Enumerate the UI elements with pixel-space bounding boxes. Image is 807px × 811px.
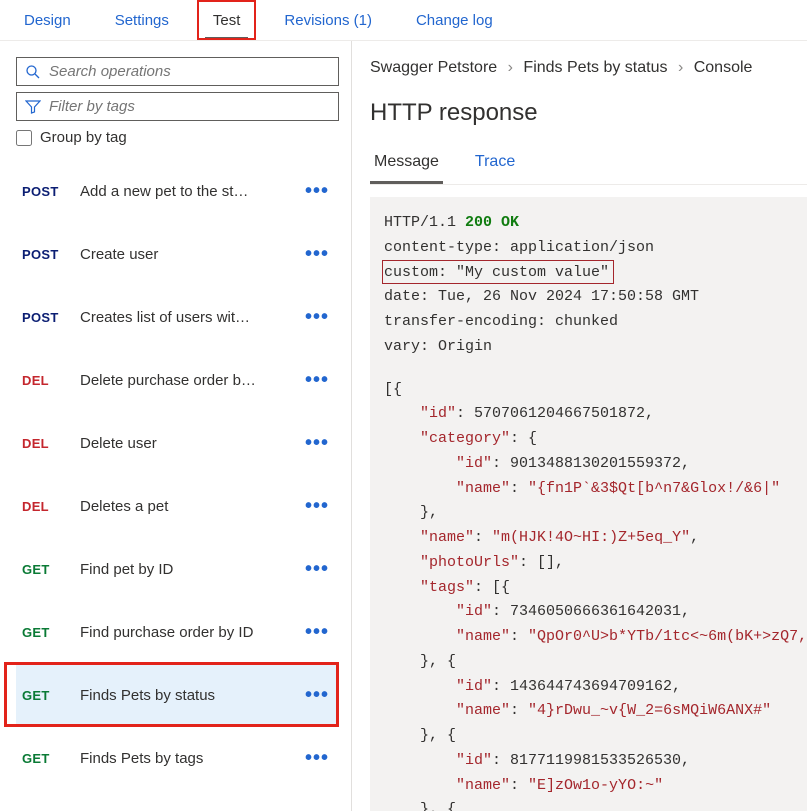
response-header-line: vary: Origin <box>384 335 807 360</box>
operation-row[interactable]: GET Finds Pets by status ••• <box>16 664 339 727</box>
subtab-trace[interactable]: Trace <box>471 147 519 184</box>
operation-overflow-menu[interactable]: ••• <box>301 432 333 455</box>
operation-name: Add a new pet to the st… <box>80 183 289 200</box>
filter-icon <box>25 99 41 115</box>
tab-settings[interactable]: Settings <box>107 8 177 40</box>
operation-row[interactable]: GET Finds Pets by tags ••• <box>16 727 339 790</box>
tab-test[interactable]: Test <box>205 8 249 40</box>
operations-list: POST Add a new pet to the st… ••• POST Creat… <box>16 160 339 790</box>
http-method-badge: DEL <box>22 436 68 451</box>
page-title: HTTP response <box>370 99 807 127</box>
http-method-badge: POST <box>22 184 68 199</box>
operation-name: Deletes a pet <box>80 498 289 515</box>
operation-overflow-menu[interactable]: ••• <box>301 180 333 203</box>
operation-overflow-menu[interactable]: ••• <box>301 621 333 644</box>
operation-row[interactable]: GET Find pet by ID ••• <box>16 538 339 601</box>
operation-name: Delete user <box>80 435 289 452</box>
filter-by-tags-input[interactable] <box>49 98 330 115</box>
tab-revisions-1-[interactable]: Revisions (1) <box>276 8 380 40</box>
http-method-badge: GET <box>22 625 68 640</box>
operation-name: Delete purchase order b… <box>80 372 289 389</box>
operation-overflow-menu[interactable]: ••• <box>301 747 333 770</box>
group-by-tag-toggle[interactable]: Group by tag <box>16 129 339 146</box>
filter-by-tags-field[interactable] <box>16 92 339 121</box>
breadcrumb-part[interactable]: Swagger Petstore <box>370 59 497 76</box>
search-operations-input[interactable] <box>49 63 330 80</box>
response-header-line: transfer-encoding: chunked <box>384 310 807 335</box>
group-by-tag-checkbox[interactable] <box>16 130 32 146</box>
operation-name: Finds Pets by status <box>80 687 289 704</box>
tab-change-log[interactable]: Change log <box>408 8 501 40</box>
response-header-line: content-type: application/json <box>384 236 807 261</box>
response-subtabs: Message Trace <box>370 147 807 185</box>
http-method-badge: DEL <box>22 499 68 514</box>
top-tabs: Design Settings Test Revisions (1) Change lo… <box>0 0 807 41</box>
operation-row[interactable]: POST Add a new pet to the st… ••• <box>16 160 339 223</box>
response-header-line: date: Tue, 26 Nov 2024 17:50:58 GMT <box>384 285 807 310</box>
http-method-badge: POST <box>22 247 68 262</box>
operation-overflow-menu[interactable]: ••• <box>301 306 333 329</box>
operation-name: Find pet by ID <box>80 561 289 578</box>
operation-overflow-menu[interactable]: ••• <box>301 495 333 518</box>
operation-overflow-menu[interactable]: ••• <box>301 243 333 266</box>
subtab-message[interactable]: Message <box>370 147 443 184</box>
operation-row[interactable]: POST Create user ••• <box>16 223 339 286</box>
response-header-line: custom: "My custom value" <box>384 261 807 286</box>
breadcrumb-part: Console <box>694 59 753 76</box>
http-response-body: HTTP/1.1 200 OKcontent-type: application… <box>370 197 807 811</box>
operation-row[interactable]: DEL Deletes a pet ••• <box>16 475 339 538</box>
group-by-tag-label: Group by tag <box>40 129 127 146</box>
http-method-badge: GET <box>22 562 68 577</box>
operation-row[interactable]: DEL Delete purchase order b… ••• <box>16 349 339 412</box>
search-icon <box>25 64 41 80</box>
operation-name: Create user <box>80 246 289 263</box>
http-method-badge: GET <box>22 751 68 766</box>
operations-sidebar: Group by tag POST Add a new pet to the st… <box>0 41 352 811</box>
operation-row[interactable]: POST Creates list of users wit… ••• <box>16 286 339 349</box>
tab-design[interactable]: Design <box>16 8 79 40</box>
operation-overflow-menu[interactable]: ••• <box>301 558 333 581</box>
http-method-badge: DEL <box>22 373 68 388</box>
operation-name: Finds Pets by tags <box>80 750 289 767</box>
http-method-badge: POST <box>22 310 68 325</box>
operation-name: Find purchase order by ID <box>80 624 289 641</box>
operation-overflow-menu[interactable]: ••• <box>301 369 333 392</box>
response-json: [{ "id": 5707061204667501872, "category"… <box>384 378 807 811</box>
breadcrumb: Swagger Petstore › Finds Pets by status … <box>370 59 807 77</box>
http-method-badge: GET <box>22 688 68 703</box>
main-panel: Swagger Petstore › Finds Pets by status … <box>352 41 807 811</box>
response-headers: HTTP/1.1 200 OKcontent-type: application… <box>384 211 807 360</box>
operation-row[interactable]: DEL Delete user ••• <box>16 412 339 475</box>
operation-row[interactable]: GET Find purchase order by ID ••• <box>16 601 339 664</box>
operation-overflow-menu[interactable]: ••• <box>301 684 333 707</box>
breadcrumb-part[interactable]: Finds Pets by status <box>523 59 667 76</box>
search-operations-field[interactable] <box>16 57 339 86</box>
operation-name: Creates list of users wit… <box>80 309 289 326</box>
